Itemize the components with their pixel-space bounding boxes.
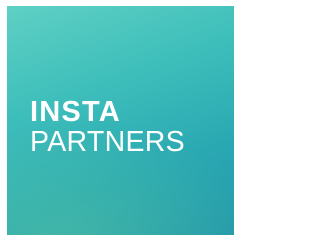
app-icon-tile: INSTA PARTNERS [7, 6, 234, 235]
brand-name-line-1: INSTA [30, 96, 121, 128]
brand-name-line-2: PARTNERS [30, 126, 185, 158]
brand-logo: INSTA PARTNERS [30, 98, 230, 157]
app-icon-frame: INSTA PARTNERS [0, 0, 241, 244]
